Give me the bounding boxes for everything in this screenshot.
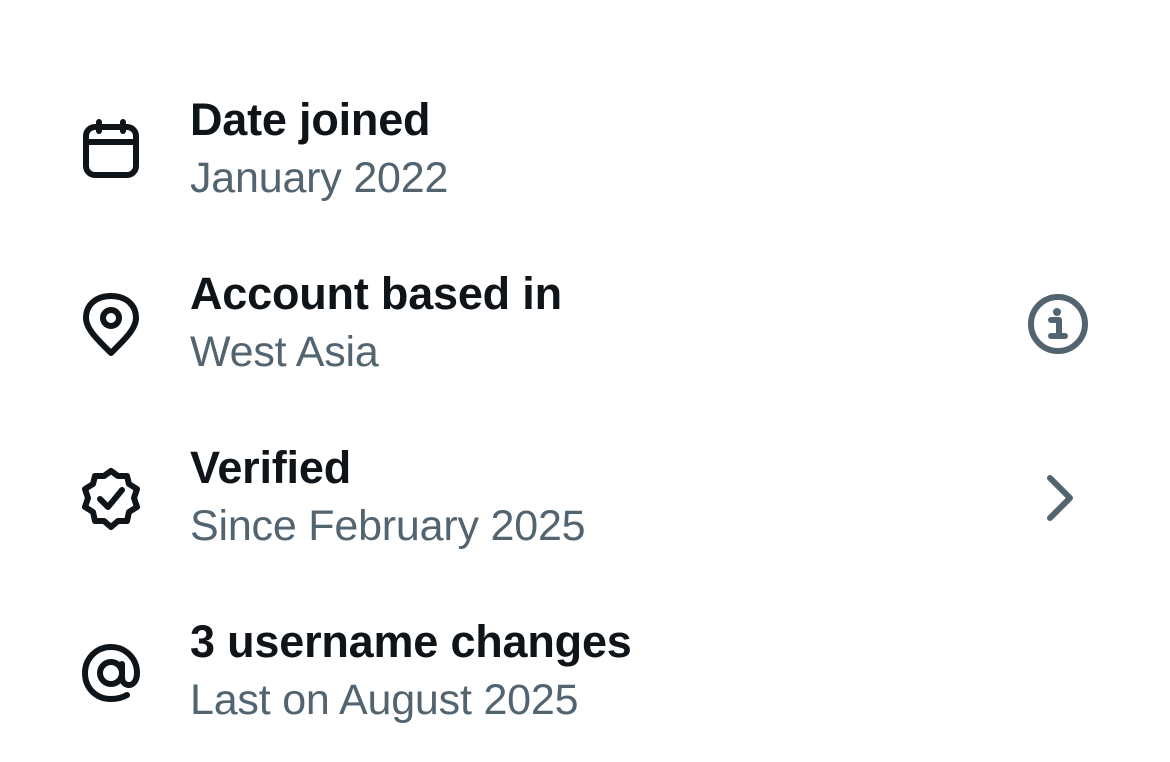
location-pin-icon [78, 292, 144, 358]
verified-badge-icon [78, 466, 144, 532]
item-title: Verified [190, 442, 351, 493]
item-subtitle: West Asia [190, 328, 379, 376]
info-icon[interactable] [1026, 292, 1090, 356]
item-title: Date joined [190, 94, 431, 145]
list-item-date-joined: Date joined January 2022 [0, 62, 1170, 236]
at-sign-icon [78, 640, 144, 706]
item-subtitle: Since February 2025 [190, 502, 586, 550]
item-subtitle: January 2022 [190, 154, 449, 202]
list-item-username-changes: 3 username changes Last on August 2025 [0, 584, 1170, 758]
item-subtitle: Last on August 2025 [190, 676, 579, 724]
list-item-account-based-in: Account based in West Asia [0, 236, 1170, 410]
chevron-right-icon[interactable] [1026, 466, 1090, 530]
item-title: 3 username changes [190, 616, 632, 667]
calendar-icon [78, 118, 144, 184]
list-item-verified[interactable]: Verified Since February 2025 [0, 410, 1170, 584]
item-title: Account based in [190, 268, 562, 319]
